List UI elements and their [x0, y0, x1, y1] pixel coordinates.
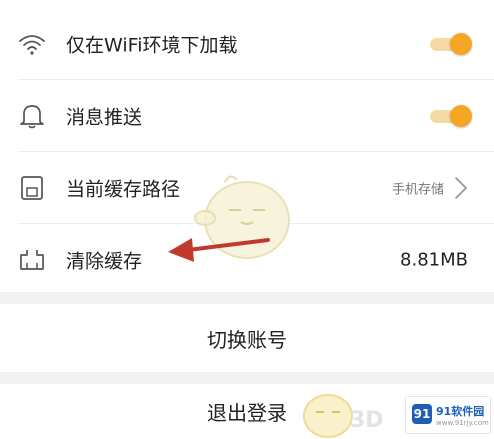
logout-label: 退出登录 — [207, 401, 287, 425]
setting-cache-path-label: 当前缓存路径 — [66, 178, 181, 201]
setting-clear-cache-label: 清除缓存 — [66, 250, 143, 273]
broom-icon — [16, 244, 48, 276]
storage-icon — [16, 172, 48, 204]
bell-icon — [16, 100, 48, 132]
watermark-3d-text: 3D — [350, 408, 384, 433]
toggle-knob — [450, 33, 472, 55]
toggle-knob — [450, 105, 472, 127]
switch-account-label: 切换账号 — [207, 327, 287, 352]
cache-size-value: 8.81MB — [400, 249, 468, 271]
cache-path-value: 手机存储 — [391, 182, 444, 198]
wifi-download-toggle[interactable] — [426, 31, 472, 57]
mascot-watermark-small — [303, 394, 353, 438]
setting-wifi-download-label: 仅在WiFi环境下加载 — [66, 34, 238, 57]
site-logo-watermark: 91 91软件园 www.91rjy.com — [405, 396, 491, 434]
chevron-right-icon — [454, 176, 468, 200]
logo-text: 91软件园 — [436, 405, 485, 418]
annotation-arrow — [168, 238, 270, 262]
setting-push-label: 消息推送 — [66, 106, 143, 129]
logo-mark: 91 — [412, 404, 432, 424]
switch-account-button[interactable]: 切换账号 — [0, 304, 494, 372]
wifi-icon — [16, 28, 48, 60]
setting-wifi-download[interactable]: 仅在WiFi环境下加载 — [0, 8, 494, 80]
setting-push-notification[interactable]: 消息推送 — [0, 80, 494, 152]
push-toggle[interactable] — [426, 103, 472, 129]
logo-url: www.91rjy.com — [436, 419, 489, 427]
